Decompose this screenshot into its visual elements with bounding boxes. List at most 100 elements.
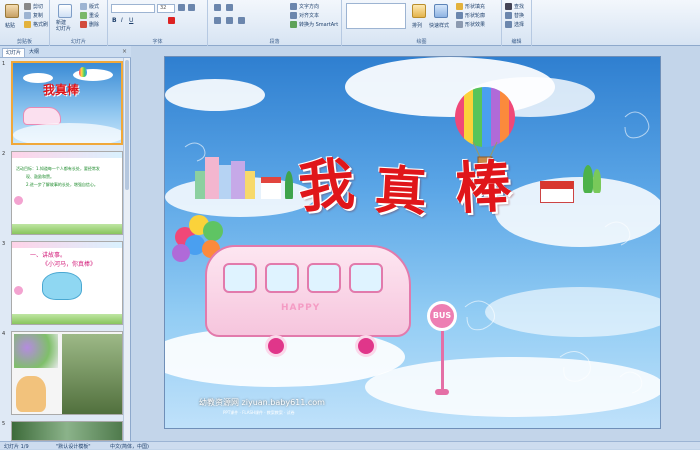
drawing-group-label: 绘图	[416, 39, 427, 45]
thumbnail-title: 我真棒	[43, 83, 80, 97]
tab-outline-label: 大纲	[29, 49, 40, 55]
editing-group-label: 编辑	[511, 39, 522, 45]
house-icon	[540, 181, 574, 203]
thumbnail-3[interactable]: 3 一、讲故事。 《小河马，你真棒》	[2, 241, 124, 327]
thumbnail-text-line: 活动目标：1.知道每一个人都有长处，要经常发	[16, 166, 100, 171]
hippo-icon	[42, 272, 82, 300]
quick-styles-icon[interactable]	[434, 4, 448, 18]
font-size-value: 32	[160, 5, 167, 11]
align-center-button[interactable]	[226, 17, 233, 24]
shape-fill-button[interactable]: 形状填充	[456, 3, 485, 10]
grow-font-button[interactable]	[178, 4, 185, 11]
thumbnail-1[interactable]: 1 我真棒	[2, 61, 124, 147]
thumbnail-image[interactable]: 我真棒	[11, 61, 123, 145]
smartart-icon	[290, 21, 297, 28]
shapes-gallery[interactable]	[346, 3, 406, 29]
find-button[interactable]: 查找	[505, 3, 524, 10]
font-group-label: 字体	[152, 39, 163, 45]
clipboard-group: 粘贴 剪切 复制 格式刷 剪贴板	[0, 0, 50, 46]
layout-button[interactable]: 版式	[80, 3, 99, 10]
align-left-button[interactable]	[214, 17, 221, 24]
title-char-1[interactable]: 我	[295, 139, 357, 224]
bullets-icon	[214, 4, 221, 11]
arrange-icon[interactable]	[412, 4, 426, 18]
reset-label: 重设	[89, 13, 100, 19]
thumbnail-image[interactable]	[11, 421, 123, 441]
thumbnail-number: 3	[2, 241, 6, 247]
align-left-icon	[214, 17, 221, 24]
paragraph-group: 文字方向 对齐文本 转换为 SmartArt 段落	[208, 0, 342, 46]
flower-icon	[14, 196, 23, 205]
reset-button[interactable]: 重设	[80, 12, 99, 19]
shape-outline-button[interactable]: 形状轮廓	[456, 12, 485, 19]
select-button[interactable]: 选择	[505, 21, 524, 28]
thumbnail-5[interactable]: 5	[2, 421, 124, 441]
arrange-label: 排列	[412, 23, 423, 29]
paste-icon[interactable]	[5, 4, 19, 18]
numbering-button[interactable]	[226, 4, 233, 11]
brush-icon	[24, 21, 31, 28]
cut-label: 剪切	[33, 4, 44, 10]
font-group: 32 B I U 字体	[108, 0, 208, 46]
title-char-2[interactable]: 真	[373, 148, 429, 226]
title-char-3[interactable]: 棒	[453, 142, 513, 226]
shape-effects-button[interactable]: 形状效果	[456, 21, 485, 28]
replace-button[interactable]: 替换	[505, 12, 524, 19]
tab-outline[interactable]: 大纲	[26, 48, 42, 57]
slide-1[interactable]: 我 真 棒 HAPPY BUS 幼教资源网 ziyuan.baby611.com…	[164, 56, 661, 429]
delete-icon	[80, 21, 87, 28]
format-painter-button[interactable]: 格式刷	[24, 21, 48, 28]
align-right-button[interactable]	[238, 17, 245, 24]
copy-icon	[24, 12, 31, 19]
tab-slides[interactable]: 幻灯片	[2, 48, 26, 57]
watermark-sub: PPT课件 · FLASH课件 · 教案教案 · 试卷	[223, 410, 295, 415]
font-name-field[interactable]	[111, 4, 155, 13]
replace-icon	[505, 12, 512, 19]
copy-button[interactable]: 复制	[24, 12, 43, 19]
bullets-button[interactable]	[214, 4, 221, 11]
quick-styles-button[interactable]: 快速样式	[429, 22, 449, 29]
thumbnail-image[interactable]: 一、讲故事。 《小河马，你真棒》	[11, 241, 123, 325]
font-color-icon	[168, 17, 175, 24]
clipboard-group-label: 剪贴板	[16, 39, 32, 45]
scissors-icon	[24, 3, 31, 10]
italic-button[interactable]: I	[121, 17, 123, 24]
font-color-button[interactable]	[168, 17, 175, 24]
thumbnail-4[interactable]: 4	[2, 331, 124, 417]
reset-icon	[80, 12, 87, 19]
font-size-field[interactable]: 32	[157, 4, 175, 13]
slides-group-label: 幻灯片	[70, 39, 86, 45]
new-slide-button[interactable]: 新建 幻灯片	[56, 20, 71, 32]
new-slide-icon[interactable]	[58, 4, 72, 18]
shape-outline-icon	[456, 12, 463, 19]
arrange-button[interactable]: 排列	[412, 22, 422, 29]
smartart-button[interactable]: 转换为 SmartArt	[290, 21, 338, 28]
panel-scrollbar[interactable]	[123, 58, 130, 441]
text-direction-label: 文字方向	[299, 4, 320, 10]
thumbnail-image[interactable]: 活动目标：1.知道每一个人都有长处，要经常发 现、鼓励和赞。 2.进一步了解故事…	[11, 151, 123, 235]
thumbnail-text-line: 2.进一步了解故事的长处，增强自信心。	[26, 182, 98, 187]
grass-decoration	[12, 314, 122, 324]
select-icon	[505, 21, 512, 28]
shape-fill-icon	[456, 3, 463, 10]
text-direction-button[interactable]: 文字方向	[290, 3, 319, 10]
delete-button[interactable]: 删除	[80, 21, 99, 28]
shrink-font-button[interactable]	[188, 4, 195, 11]
bold-button[interactable]: B	[112, 17, 117, 24]
paste-button[interactable]: 粘贴	[5, 22, 15, 29]
thumbnail-2[interactable]: 2 活动目标：1.知道每一个人都有长处，要经常发 现、鼓励和赞。 2.进一步了解…	[2, 151, 124, 237]
thumbnail-number: 4	[2, 331, 6, 337]
bus-stop-sign: BUS	[427, 301, 457, 331]
scrollbar-thumb[interactable]	[125, 60, 129, 190]
cut-button[interactable]: 剪切	[24, 3, 43, 10]
shape-outline-label: 形状轮廓	[465, 13, 486, 19]
align-text-button[interactable]: 对齐文本	[290, 12, 319, 19]
city-buildings	[195, 157, 305, 199]
underline-button[interactable]: U	[129, 17, 133, 24]
panel-tabs: 幻灯片 大纲 ×	[0, 46, 131, 58]
tree-icon	[583, 165, 593, 193]
delete-label: 删除	[89, 22, 100, 28]
close-icon[interactable]: ×	[122, 48, 127, 55]
thumbnail-image[interactable]	[11, 331, 123, 415]
status-bar: 幻灯片 1/9 "默认设计模板" 中文(简体，中国)	[0, 441, 700, 450]
